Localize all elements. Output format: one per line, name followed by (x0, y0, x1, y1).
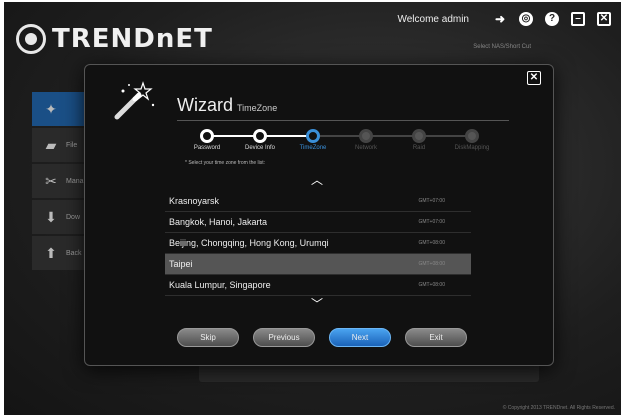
wizard-icon: ✦ (45, 100, 57, 117)
app-window: TRENDnET Welcome admin ➜ ◎ ? – ✕ Select … (4, 2, 621, 415)
step-dot (306, 129, 320, 143)
sidebar-item-management[interactable]: ✂ Mana (32, 164, 92, 198)
timezone-name: Krasnoyarsk (169, 196, 220, 206)
step-dot (412, 129, 426, 143)
next-button[interactable]: Next (329, 328, 391, 347)
brand-name: TRENDnET (52, 24, 213, 54)
timezone-row[interactable]: Beijing, Chongqing, Hong Kong, Urumqi GM… (165, 233, 471, 254)
timezone-row[interactable]: Krasnoyarsk GMT+07:00 (165, 191, 471, 212)
sidebar-item-wizard[interactable]: ✦ (32, 92, 92, 126)
timezone-row[interactable]: Bangkok, Hanoi, Jakarta GMT+07:00 (165, 212, 471, 233)
copyright-footer: © Copyright 2013 TRENDnet. All Rights Re… (502, 405, 615, 411)
top-bar: Welcome admin ➜ ◎ ? – ✕ (397, 12, 611, 26)
wizard-buttons: Skip Previous Next Exit (177, 328, 467, 347)
timezone-offset: GMT+08:00 (418, 282, 445, 288)
step-label: Device Info (244, 145, 275, 151)
timezone-name: Bangkok, Hanoi, Jakarta (169, 217, 268, 227)
timezone-list: Krasnoyarsk GMT+07:00 Bangkok, Hanoi, Ja… (165, 191, 471, 296)
timezone-row[interactable]: Kuala Lumpur, Singapore GMT+08:00 (165, 275, 471, 296)
timezone-hint: * Select your time zone from the list: (185, 160, 266, 166)
previous-button[interactable]: Previous (253, 328, 315, 347)
sidebar-item-label: Mana (66, 177, 84, 185)
sidebar: ✦ ▰ File ✂ Mana ⬇ Dow ⬆ Back (32, 92, 92, 272)
step-dot (465, 129, 479, 143)
shortcut-select[interactable]: Select NAS/Short Cut (473, 44, 531, 50)
skip-button[interactable]: Skip (177, 328, 239, 347)
brand-logo: TRENDnET (16, 24, 213, 54)
timezone-offset: GMT+07:00 (418, 219, 445, 225)
step-label: Password (193, 145, 221, 151)
wizard-title-text: Wizard (177, 95, 234, 115)
tools-icon: ✂ (45, 172, 57, 189)
sidebar-item-label: Back (66, 249, 82, 257)
sidebar-item-label: File (66, 141, 78, 149)
step-password: Password (177, 127, 237, 151)
timezone-name: Kuala Lumpur, Singapore (169, 280, 271, 290)
timezone-name: Taipei (169, 259, 193, 269)
backup-icon: ⬆ (45, 244, 57, 261)
magic-wand-icon (114, 81, 155, 120)
wizard-dialog: ✕ Wizard TimeZone Password Device Info T… (84, 64, 554, 366)
timezone-name: Beijing, Chongqing, Hong Kong, Urumqi (169, 238, 329, 248)
timezone-row-selected[interactable]: Taipei GMT+08:00 (165, 254, 471, 275)
step-label: Raid (412, 145, 426, 151)
step-device-info: Device Info (230, 127, 290, 151)
step-label: Network (354, 145, 377, 151)
download-icon: ⬇ (45, 208, 57, 225)
timezone-offset: GMT+08:00 (418, 240, 445, 246)
minimize-icon[interactable]: – (571, 12, 585, 26)
step-dot (253, 129, 267, 143)
step-raid: Raid (389, 127, 449, 151)
step-network: Network (336, 127, 396, 151)
wizard-title: Wizard TimeZone (177, 95, 277, 116)
sidebar-item-label: Dow (66, 213, 81, 221)
step-dot (200, 129, 214, 143)
sidebar-item-backup[interactable]: ⬆ Back (32, 236, 92, 270)
trendnet-logo-icon (16, 24, 46, 54)
step-timezone: TimeZone (283, 127, 343, 151)
exit-button[interactable]: Exit (405, 328, 467, 347)
welcome-text: Welcome admin (397, 13, 469, 25)
wizard-subtitle: TimeZone (237, 103, 278, 113)
title-divider (177, 120, 509, 121)
folder-icon: ▰ (45, 136, 57, 153)
settings-icon[interactable]: ◎ (519, 12, 533, 26)
step-disk-mapping: DiskMapping (442, 127, 502, 151)
step-label: DiskMapping (454, 145, 490, 151)
step-label: TimeZone (299, 145, 327, 151)
dialog-close-button[interactable]: ✕ (527, 71, 541, 85)
logout-icon[interactable]: ➜ (493, 12, 507, 26)
scroll-down-icon[interactable]: ﹀ (307, 295, 327, 312)
scroll-up-icon[interactable]: ︿ (307, 171, 327, 188)
sidebar-item-file[interactable]: ▰ File (32, 128, 92, 162)
timezone-offset: GMT+07:00 (418, 198, 445, 204)
step-dot (359, 129, 373, 143)
timezone-offset: GMT+08:00 (418, 261, 445, 267)
help-icon[interactable]: ? (545, 12, 559, 26)
wizard-steps: Password Device Info TimeZone Network Ra… (177, 127, 489, 157)
sidebar-item-download[interactable]: ⬇ Dow (32, 200, 92, 234)
close-icon[interactable]: ✕ (597, 12, 611, 26)
